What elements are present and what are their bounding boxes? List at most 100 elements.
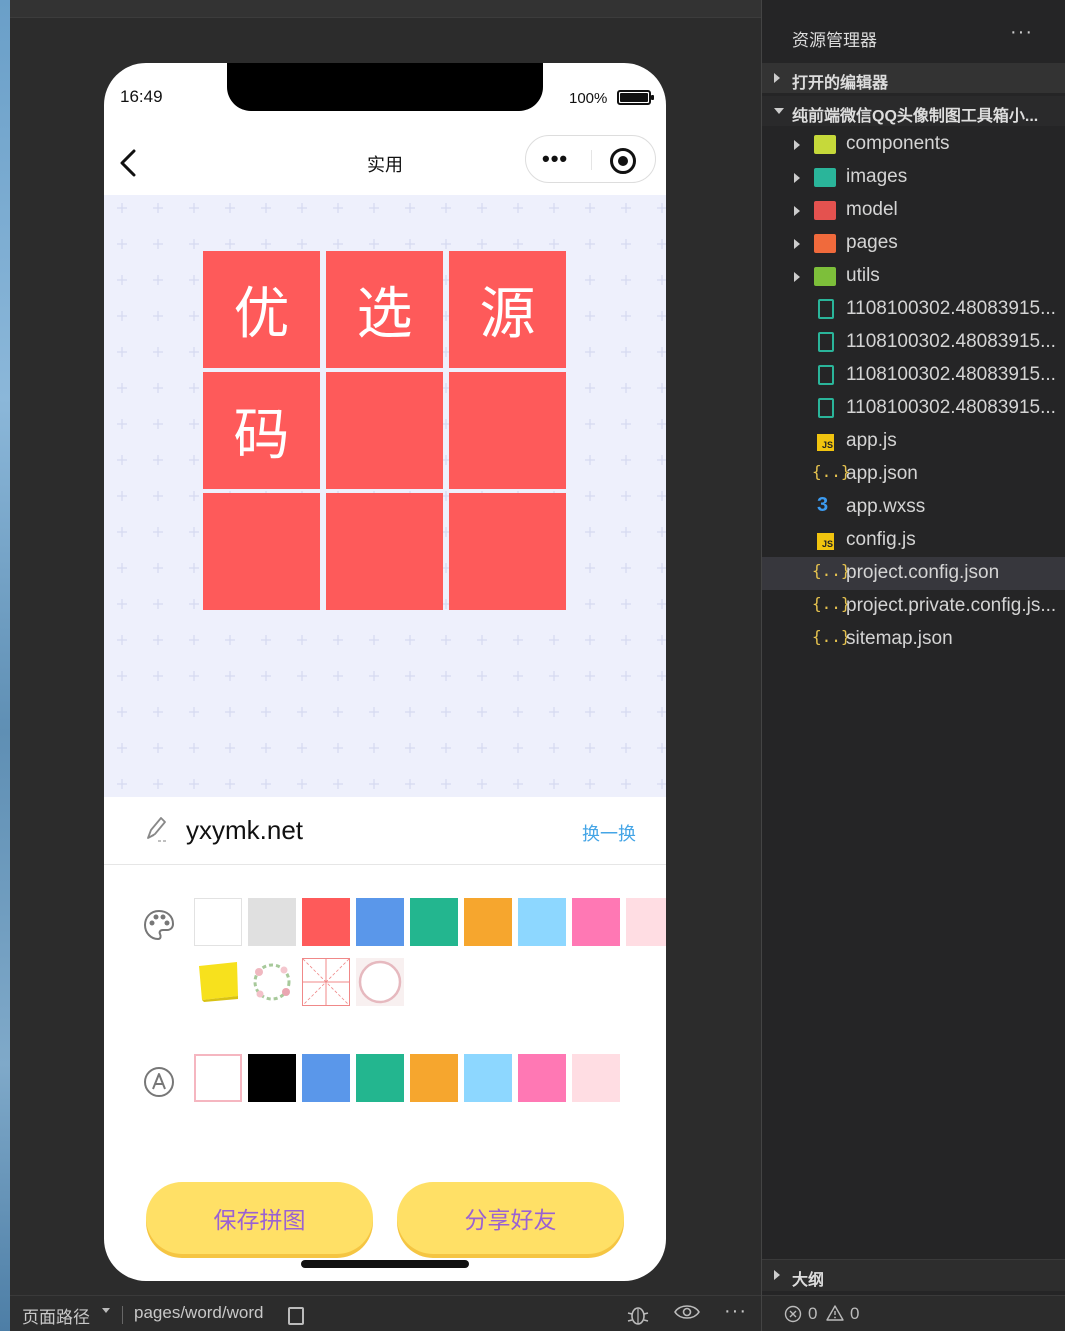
more-icon[interactable]: ··· — [1010, 21, 1033, 44]
tree-file[interactable]: 3 app.wxss — [762, 491, 1065, 524]
tree-file[interactable]: 1108100302.48083915... — [762, 359, 1065, 392]
mini-program-capsule: ••• — [525, 135, 656, 183]
color-swatch-light-blue[interactable] — [518, 898, 566, 946]
bug-icon[interactable] — [626, 1304, 650, 1331]
image-file-icon — [818, 365, 834, 385]
tree-file[interactable]: {..} project.private.config.js... — [762, 590, 1065, 623]
folder-icon — [814, 234, 836, 253]
tree-folder-utils[interactable]: utils — [762, 260, 1065, 293]
text-color-swatch-white[interactable] — [194, 1054, 242, 1102]
text-input-row[interactable]: yxymk.net 换一换 — [104, 797, 666, 865]
json-file-icon: {..} — [812, 462, 851, 481]
folder-icon — [814, 201, 836, 220]
text-input[interactable]: yxymk.net — [186, 815, 303, 846]
tree-file-selected[interactable]: {..} project.config.json — [762, 557, 1065, 590]
color-swatch-gray[interactable] — [248, 898, 296, 946]
tree-folder-images[interactable]: images — [762, 161, 1065, 194]
desktop-wallpaper-edge — [0, 0, 10, 1331]
more-icon[interactable]: ••• — [542, 148, 568, 170]
save-image-button[interactable]: 保存拼图 — [146, 1182, 373, 1254]
grid-cell[interactable] — [326, 493, 443, 610]
open-editors-section[interactable]: 打开的编辑器 — [762, 63, 1065, 93]
tree-file[interactable]: 1108100302.48083915... — [762, 293, 1065, 326]
color-swatch-blue[interactable] — [356, 898, 404, 946]
text-color-swatch-blue[interactable] — [302, 1054, 350, 1102]
tree-folder-components[interactable]: components — [762, 128, 1065, 161]
chevron-down-icon[interactable] — [102, 1308, 110, 1313]
chevron-right-icon — [774, 1270, 780, 1280]
grid-cell[interactable] — [449, 372, 566, 489]
grid-cell[interactable]: 选 — [326, 251, 443, 368]
tree-file[interactable]: {..} sitemap.json — [762, 623, 1065, 656]
simulator-toolbar — [10, 0, 761, 18]
grid-cell[interactable] — [203, 493, 320, 610]
copy-icon[interactable] — [288, 1307, 304, 1325]
tree-folder-pages[interactable]: pages — [762, 227, 1065, 260]
tree-file[interactable]: JS config.js — [762, 524, 1065, 557]
chevron-right-icon — [794, 140, 800, 150]
simulator-status-bar: 页面路径 pages/word/word ··· — [10, 1295, 761, 1331]
page-path-value: pages/word/word — [134, 1303, 264, 1322]
image-file-icon — [818, 398, 834, 418]
tree-file[interactable]: 1108100302.48083915... — [762, 392, 1065, 425]
close-target-icon[interactable] — [610, 148, 636, 174]
tree-file[interactable]: 1108100302.48083915... — [762, 326, 1065, 359]
js-file-icon: JS — [817, 434, 834, 451]
color-swatch-white[interactable] — [194, 898, 242, 946]
warning-count: 0 — [850, 1304, 860, 1323]
color-swatch-red[interactable] — [302, 898, 350, 946]
character-grid: 优 选 源 码 — [203, 251, 566, 610]
text-color-swatch-light-blue[interactable] — [464, 1054, 512, 1102]
grid-cell[interactable]: 源 — [449, 251, 566, 368]
image-file-icon — [818, 299, 834, 319]
grid-paper-pattern[interactable] — [302, 958, 350, 1006]
explorer-panel: 资源管理器 ··· 打开的编辑器 纯前端微信QQ头像制图工具箱小... comp… — [762, 0, 1065, 1331]
page-path-label[interactable]: 页面路径 — [22, 1303, 90, 1328]
status-time: 16:49 — [120, 87, 163, 106]
text-color-swatch-orange[interactable] — [410, 1054, 458, 1102]
phone-frame: 16:49 100% 实用 ••• 优 选 源 码 yxymk.net 换一换 … — [104, 63, 666, 1281]
folder-icon — [814, 135, 836, 154]
project-section[interactable]: 纯前端微信QQ头像制图工具箱小... — [762, 96, 1065, 126]
css-file-icon: 3 — [817, 494, 829, 516]
folder-icon — [814, 267, 836, 286]
text-color-swatch-black[interactable] — [248, 1054, 296, 1102]
font-color-icon — [142, 1065, 176, 1099]
home-indicator — [301, 1260, 469, 1268]
grid-cell[interactable] — [326, 372, 443, 489]
chevron-right-icon — [794, 272, 800, 282]
sticky-note-pattern[interactable] — [194, 958, 242, 1006]
color-swatch-green[interactable] — [410, 898, 458, 946]
chevron-right-icon — [794, 206, 800, 216]
explorer-toolbar — [762, 0, 1065, 10]
text-color-swatch-green[interactable] — [356, 1054, 404, 1102]
outline-section[interactable]: 大纲 — [762, 1259, 1065, 1291]
grid-cell[interactable]: 优 — [203, 251, 320, 368]
color-swatch-orange[interactable] — [464, 898, 512, 946]
shuffle-link[interactable]: 换一换 — [582, 820, 636, 846]
color-swatch-light-pink[interactable] — [626, 898, 666, 946]
chevron-down-icon — [774, 108, 784, 114]
json-file-icon: {..} — [812, 627, 851, 646]
tree-file[interactable]: JS app.js — [762, 425, 1065, 458]
eye-icon[interactable] — [674, 1302, 700, 1328]
chevron-right-icon — [794, 239, 800, 249]
flower-wreath-pattern[interactable] — [248, 958, 296, 1006]
problems-status[interactable]: 0 0 — [762, 1295, 1065, 1331]
text-color-swatch-light-pink[interactable] — [572, 1054, 620, 1102]
json-file-icon: {..} — [812, 561, 851, 580]
share-button[interactable]: 分享好友 — [397, 1182, 624, 1254]
text-color-swatch-pink[interactable] — [518, 1054, 566, 1102]
circle-frame-pattern[interactable] — [356, 958, 404, 1006]
more-icon[interactable]: ··· — [724, 1300, 747, 1323]
color-swatch-pink[interactable] — [572, 898, 620, 946]
js-file-icon: JS — [817, 533, 834, 550]
grid-cell[interactable] — [449, 493, 566, 610]
palette-icon — [142, 908, 176, 942]
image-file-icon — [818, 332, 834, 352]
grid-cell[interactable]: 码 — [203, 372, 320, 489]
tree-folder-model[interactable]: model — [762, 194, 1065, 227]
tree-file[interactable]: {..} app.json — [762, 458, 1065, 491]
error-count: 0 — [808, 1304, 818, 1323]
folder-icon — [814, 168, 836, 187]
